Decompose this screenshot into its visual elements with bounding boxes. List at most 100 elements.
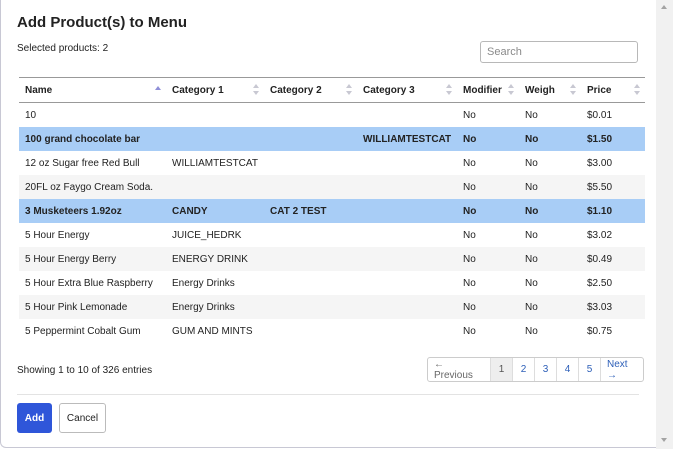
page-button-4[interactable]: 4 [556,358,578,381]
cell-price: $1.50 [581,127,645,151]
sort-icon [508,84,515,96]
table-row-selected[interactable]: 100 grand chocolate bar WILLIAMTESTCAT N… [19,127,645,151]
cell-weigh: No [519,271,581,295]
previous-page-button[interactable]: ← Previous [428,358,490,381]
cell-name: 5 Hour Energy Berry [19,247,166,271]
column-header-category-1[interactable]: Category 1 [166,77,264,103]
cell-weigh: No [519,319,581,343]
table-header-row: Name Category 1 Category 2 Category 3 Mo… [19,77,645,103]
page-button-5[interactable]: 5 [578,358,600,381]
column-header-weigh[interactable]: Weigh [519,77,581,103]
add-button[interactable]: Add [17,403,52,433]
table-row[interactable]: 12 oz Sugar free Red Bull WILLIAMTESTCAT… [19,151,645,175]
cell-category-2 [264,102,357,127]
column-header-name[interactable]: Name [19,77,166,103]
table-row-selected[interactable]: 3 Musketeers 1.92oz CANDY CAT 2 TEST No … [19,199,645,223]
cell-modifier: No [457,319,519,343]
cell-name: 5 Peppermint Cobalt Gum [19,319,166,343]
vertical-scrollbar[interactable] [656,0,673,449]
cell-category-1: Energy Drinks [166,271,264,295]
table-row[interactable]: 5 Peppermint Cobalt Gum GUM AND MINTS No… [19,319,645,343]
table-row[interactable]: 5 Hour Energy JUICE_HEDRK No No $3.02 [19,223,645,247]
cell-modifier: No [457,271,519,295]
cell-price: $3.03 [581,295,645,319]
scroll-up-arrow-icon[interactable] [661,5,667,9]
cell-category-3 [357,175,457,199]
cell-category-3 [357,319,457,343]
sort-icon [570,84,577,96]
cell-weigh: No [519,102,581,127]
table-row[interactable]: 5 Hour Pink Lemonade Energy Drinks No No… [19,295,645,319]
cell-category-1 [166,127,264,151]
cell-category-3 [357,199,457,223]
cell-modifier: No [457,151,519,175]
table-row[interactable]: 5 Hour Energy Berry ENERGY DRINK No No $… [19,247,645,271]
cell-weigh: No [519,151,581,175]
cell-name: 5 Hour Energy [19,223,166,247]
cell-price: $0.75 [581,319,645,343]
cell-modifier: No [457,102,519,127]
page-button-1[interactable]: 1 [490,358,512,381]
cancel-button[interactable]: Cancel [59,403,106,433]
sort-ascending-icon [155,84,162,96]
sort-icon [634,84,641,96]
cell-modifier: No [457,295,519,319]
dialog-title: Add Product(s) to Menu [17,14,187,31]
cell-category-3 [357,271,457,295]
cell-name: 5 Hour Extra Blue Raspberry [19,271,166,295]
cell-weigh: No [519,223,581,247]
cell-modifier: No [457,247,519,271]
cell-category-3 [357,247,457,271]
cell-category-2 [264,319,357,343]
cell-modifier: No [457,175,519,199]
cell-name: 3 Musketeers 1.92oz [19,199,166,223]
column-header-category-2[interactable]: Category 2 [264,77,357,103]
cell-category-2 [264,247,357,271]
cell-price: $0.49 [581,247,645,271]
cell-category-1 [166,102,264,127]
cell-category-2 [264,127,357,151]
cell-name: 12 oz Sugar free Red Bull [19,151,166,175]
column-header-price[interactable]: Price [581,77,645,103]
cell-modifier: No [457,127,519,151]
cell-weigh: No [519,247,581,271]
cell-category-2 [264,223,357,247]
cell-modifier: No [457,199,519,223]
scroll-down-arrow-icon[interactable] [661,438,667,442]
cell-category-2 [264,175,357,199]
cell-category-3: WILLIAMTESTCAT [357,127,457,151]
cell-category-1: JUICE_HEDRK [166,223,264,247]
cell-category-1: WILLIAMTESTCAT [166,151,264,175]
table-row[interactable]: 5 Hour Extra Blue Raspberry Energy Drink… [19,271,645,295]
cell-category-3 [357,295,457,319]
next-page-button[interactable]: Next → [600,358,643,381]
cell-category-3 [357,151,457,175]
cell-category-2: CAT 2 TEST [264,199,357,223]
footer-divider [17,394,639,395]
selected-products-count: Selected products: 2 [17,43,109,54]
cell-price: $5.50 [581,175,645,199]
page-button-3[interactable]: 3 [534,358,556,381]
cell-category-2 [264,151,357,175]
page-button-2[interactable]: 2 [512,358,534,381]
table-row[interactable]: 10 No No $0.01 [19,102,645,127]
cell-price: $2.50 [581,271,645,295]
cell-category-1 [166,175,264,199]
cell-price: $3.00 [581,151,645,175]
pagination-info: Showing 1 to 10 of 326 entries [17,365,153,376]
cell-weigh: No [519,199,581,223]
sort-icon [446,84,453,96]
search-input[interactable] [480,41,638,63]
cell-category-3 [357,102,457,127]
column-header-modifier[interactable]: Modifier [457,77,519,103]
cell-weigh: No [519,127,581,151]
cell-category-2 [264,295,357,319]
table-row[interactable]: 20FL oz Faygo Cream Soda. No No $5.50 [19,175,645,199]
cell-category-1: ENERGY DRINK [166,247,264,271]
cell-category-2 [264,271,357,295]
cell-name: 20FL oz Faygo Cream Soda. [19,175,166,199]
cell-category-1: Energy Drinks [166,295,264,319]
column-header-category-3[interactable]: Category 3 [357,77,457,103]
cell-weigh: No [519,175,581,199]
cell-category-1: GUM AND MINTS [166,319,264,343]
